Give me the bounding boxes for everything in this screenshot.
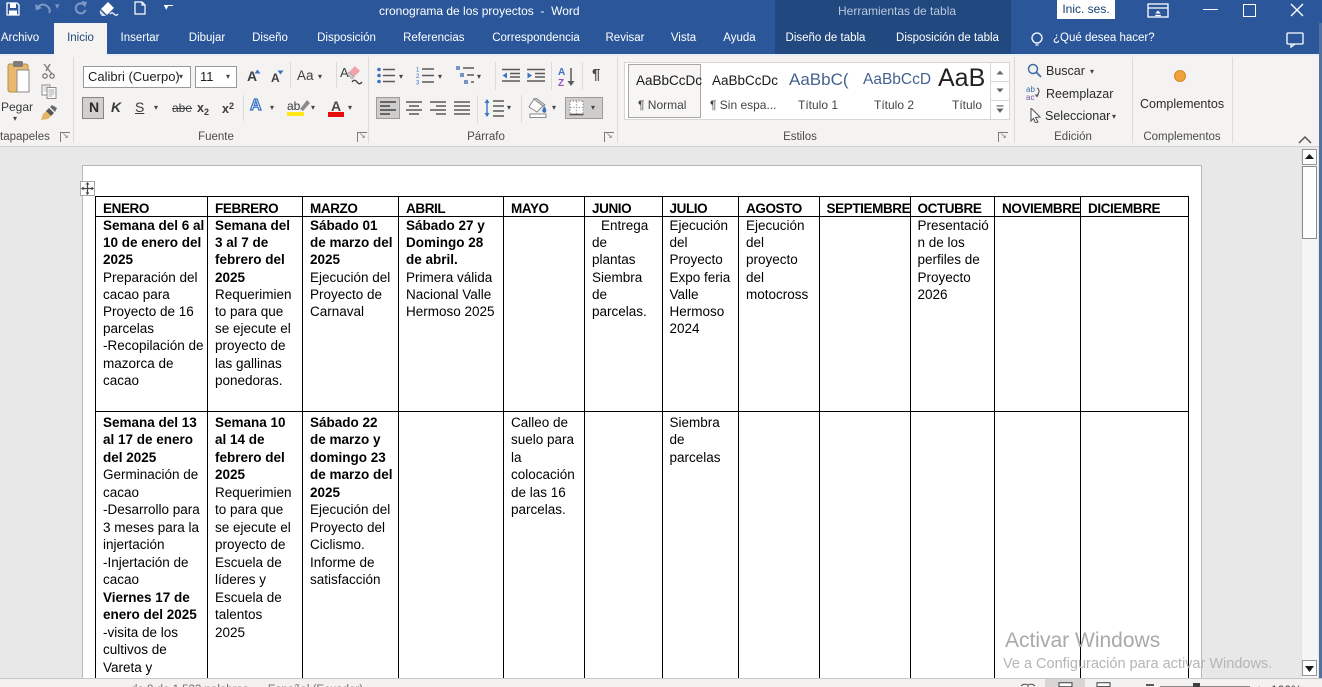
- svg-text:1: 1: [416, 68, 420, 74]
- svg-text:ab: ab: [287, 99, 301, 113]
- svg-text:A: A: [340, 65, 349, 80]
- svg-text:ac: ac: [1026, 93, 1034, 100]
- svg-text:3: 3: [416, 81, 420, 86]
- svg-text:Z: Z: [558, 78, 564, 87]
- svg-text:2: 2: [416, 74, 420, 80]
- svg-text:A: A: [558, 67, 565, 78]
